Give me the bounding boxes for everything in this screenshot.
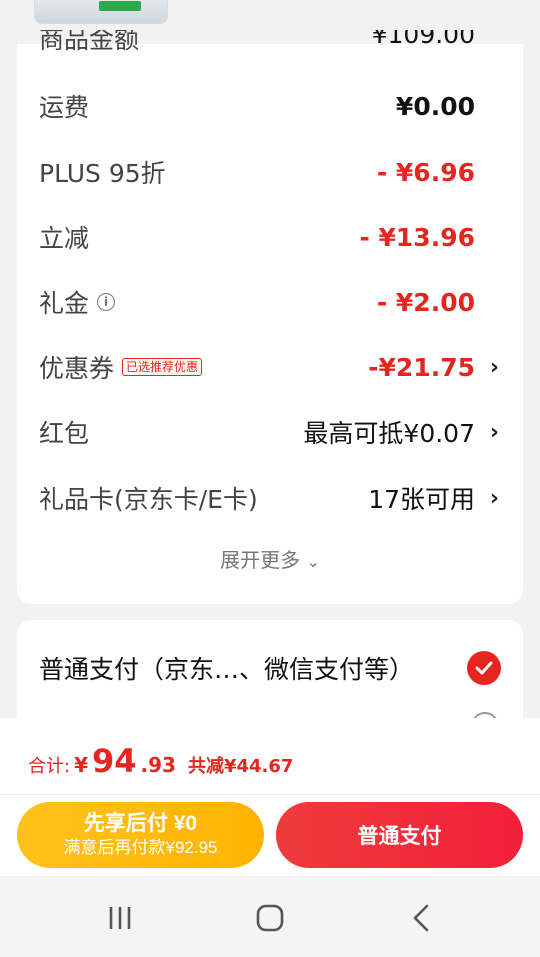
divider [0,794,540,795]
payment-option-label: 普通支付（京东…、微信支付等） [39,655,415,684]
product-badge [99,1,141,11]
goods-amount-row: 商品金额 ¥109.00 [17,30,523,56]
checkout-bottom-bar: 合计: ¥ 94 .93 共减¥44.67 先享后付 ¥0 满意后再付款¥92.… [0,718,540,876]
pay-later-button[interactable]: 先享后付 ¥0 满意后再付款¥92.95 [17,802,264,868]
shipping-value: ¥0.00 [395,91,475,121]
total-line: 合计: ¥ 94 .93 共减¥44.67 [28,742,293,780]
checkout-page: 商品金额 ¥109.00 运费 ¥0.00 PLUS 95折 - ¥6.96 立… [0,0,540,957]
shipping-row: 运费 ¥0.00 [17,86,523,126]
plus-discount-label: PLUS 95折 [39,159,166,188]
back-icon[interactable] [402,898,442,938]
goods-amount-label: 商品金额 [39,30,140,54]
gift-card-value: 17张可用 [368,485,475,514]
red-packet-row[interactable]: 红包 最高可抵¥0.07 › [17,412,523,452]
total-integer: 94 [92,742,137,780]
coupon-value: -¥21.75 [368,352,475,382]
instant-discount-value: - ¥13.96 [359,222,475,252]
coupon-row[interactable]: 优惠券 已选推荐优惠 -¥21.75 › [17,347,523,387]
total-label: 合计: [28,756,71,777]
total-decimal: .93 [140,753,176,777]
expand-more-label: 展开更多 [220,548,301,572]
home-icon[interactable] [250,898,290,938]
instant-discount-row: 立减 - ¥13.96 [17,217,523,257]
gift-card-row[interactable]: 礼品卡(京东卡/E卡) 17张可用 › [17,478,523,518]
gift-money-row: 礼金 i - ¥2.00 [17,282,523,322]
goods-amount-value: ¥109.00 [371,30,475,49]
coupon-label-wrap: 优惠券 已选推荐优惠 [39,349,203,385]
chevron-right-icon[interactable]: › [490,486,499,511]
gift-card-label: 礼品卡(京东卡/E卡) [39,485,258,514]
gift-money-label-wrap: 礼金 i [39,284,116,320]
coupon-label: 优惠券 [39,354,115,383]
plus-discount-row: PLUS 95折 - ¥6.96 [17,152,523,192]
pay-later-title: 先享后付 ¥0 [83,812,198,835]
shipping-label: 运费 [39,93,90,122]
total-savings: 共减¥44.67 [187,756,294,777]
plus-discount-value: - ¥6.96 [376,157,475,187]
pay-later-subtitle: 满意后再付款¥92.95 [63,838,218,857]
payment-option-standard[interactable]: 普通支付（京东…、微信支付等） [17,648,523,688]
info-icon[interactable]: i [97,293,116,311]
order-summary-card: 商品金额 ¥109.00 运费 ¥0.00 PLUS 95折 - ¥6.96 立… [17,30,523,604]
gift-money-label: 礼金 [39,289,90,318]
chevron-right-icon[interactable]: › [490,420,499,445]
product-thumbnail[interactable] [34,0,168,24]
check-circle-icon[interactable] [467,651,501,685]
instant-discount-label: 立减 [39,224,90,253]
red-packet-value: 最高可抵¥0.07 [303,419,475,448]
recommended-coupon-tag: 已选推荐优惠 [122,358,203,376]
recent-apps-icon[interactable] [100,898,140,938]
expand-more-button[interactable]: 展开更多 ⌄ [17,544,523,573]
chevron-right-icon[interactable]: › [490,355,499,380]
chevron-down-icon: ⌄ [306,552,320,571]
standard-pay-button[interactable]: 普通支付 [276,802,523,868]
system-nav-bar [0,876,540,957]
gift-money-value: - ¥2.00 [376,287,475,317]
red-packet-label: 红包 [39,419,90,448]
total-currency: ¥ [74,753,88,777]
